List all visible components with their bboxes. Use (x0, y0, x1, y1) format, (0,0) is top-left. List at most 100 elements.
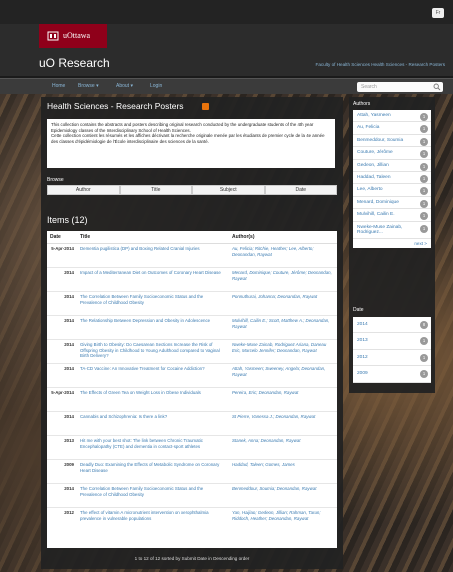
side-panel: Authors Attah, Yasmeen 1 Au, Felicia 1 Ben… (349, 97, 435, 393)
date-facet-item[interactable]: 2013 1 (353, 333, 431, 350)
authors-facet-list: Attah, Yasmeen 1 Au, Felicia 1 Benmeddour,… (353, 110, 431, 249)
collection-description: This collection contains the abstracts a… (47, 119, 335, 168)
search-icon[interactable] (433, 83, 441, 91)
browse-subject-button[interactable]: Subject (192, 185, 265, 195)
nav-home[interactable]: Home (52, 83, 65, 89)
item-title-link[interactable]: Hit me with your best shot: The link bet… (77, 435, 229, 460)
author-facet-item[interactable]: Nweke-Muse Zainab, Rodriguez... 1 (353, 222, 431, 240)
item-authors-link[interactable]: Mulvihill, Cailin E.; Scott, Matthew A.;… (229, 315, 337, 340)
collection-breadcrumb[interactable]: Faculty of Health Sciences Health Scienc… (316, 62, 445, 67)
item-authors-link[interactable]: Haddad, Taleen; Gomes, James (229, 459, 337, 484)
item-date: 5-Apr-2014 (47, 387, 77, 412)
item-title-link[interactable]: Dementia pugilistica (DP) and Boxing Rel… (77, 243, 229, 268)
item-title-link[interactable]: Deadly Duo: Examining the Effects of Met… (77, 459, 229, 484)
author-facet-item[interactable]: Benmeddour, Soumia 1 (353, 135, 431, 148)
table-row: 2014 The Correlation Between Family Socio… (47, 483, 337, 508)
search-placeholder: Search (361, 84, 377, 90)
author-facet-item[interactable]: Gedeon, Jillian 1 (353, 160, 431, 173)
brand-header: uOttawa uO Research Faculty of Health Sc… (0, 24, 453, 76)
count-badge: 1 (420, 175, 428, 184)
nav-bar: Home Browse ▾ About ▾ Login Search (0, 78, 453, 94)
table-row: 2009 Deadly Duo: Examining the Effects of… (47, 459, 337, 484)
browse-label: Browse (47, 177, 64, 183)
count-badge: 1 (420, 150, 428, 159)
nav-browse[interactable]: Browse ▾ (78, 83, 99, 89)
date-facet-item[interactable]: 2009 1 (353, 366, 431, 383)
count-badge: 1 (420, 187, 428, 196)
authors-next-link[interactable]: next > (353, 239, 431, 248)
items-table: Date Title Author(s) 5-Apr-2014 Dementia … (47, 231, 337, 548)
item-authors-link[interactable]: Benmeddour, Soumia; Deonandan, Raywat (229, 483, 337, 508)
item-date: 2014 (47, 339, 77, 364)
column-header-authors[interactable]: Author(s) (229, 231, 337, 244)
item-authors-link[interactable]: Au, Felicia; Ritchie, Heather; Lee, Albe… (229, 243, 337, 268)
item-date: 2014 (47, 315, 77, 340)
description-english: This collection contains the abstracts a… (51, 122, 314, 133)
item-title-link[interactable]: Cannabis and Schizophrenia: Is there a l… (77, 411, 229, 436)
search-input[interactable]: Search (357, 82, 443, 92)
author-facet-item[interactable]: Menard, Dominique 1 (353, 197, 431, 210)
nav-about[interactable]: About ▾ (116, 83, 133, 89)
browse-title-button[interactable]: Title (119, 185, 192, 195)
count-badge: 1 (420, 224, 428, 233)
author-facet-item[interactable]: Haddad, Taleen 1 (353, 172, 431, 185)
item-date: 2012 (47, 507, 77, 532)
table-row: 2014 Giving Birth to Obesity: Do Caesarea… (47, 339, 337, 364)
count-badge: 8 (420, 321, 428, 329)
crest-icon (47, 31, 59, 41)
item-authors-link[interactable]: St Pierre, Vanessa J.; Deonandan, Raywat (229, 411, 337, 436)
item-authors-link[interactable]: Ponnuthurai, Johanna; Deonandan, Raywat (229, 291, 337, 316)
date-facet-item[interactable]: 2014 8 (353, 317, 431, 334)
nav-login[interactable]: Login (150, 83, 162, 89)
item-title-link[interactable]: The Relationship Between Depression and … (77, 315, 229, 340)
description-french: Cette collection contient les résumés et… (51, 133, 325, 144)
item-title-link[interactable]: The effect of vitamin A micronutrient in… (77, 507, 229, 532)
item-authors-link[interactable]: Nweke-Muse Zainab, Rodriguez Ariana, Dan… (229, 339, 337, 364)
table-row: 5-Apr-2014 The Effects of Green Tea on We… (47, 387, 337, 412)
items-heading: Items (12) (47, 215, 88, 225)
column-header-title[interactable]: Title (77, 231, 229, 244)
table-row: 2014 The Correlation Between Family Socio… (47, 291, 337, 316)
authors-facet-heading: Authors (353, 101, 371, 107)
item-title-link[interactable]: Giving Birth to Obesity: Do Caesarean Se… (77, 339, 229, 364)
author-facet-item[interactable]: Attah, Yasmeen 1 (353, 110, 431, 123)
item-date: 5-Apr-2014 (47, 243, 77, 268)
site-title[interactable]: uO Research (39, 56, 110, 70)
item-date: 2014 (47, 483, 77, 508)
author-facet-item[interactable]: Au, Felicia 1 (353, 122, 431, 135)
count-badge: 1 (420, 353, 428, 362)
paging-summary: 1 to 12 of 12 sorted by Submit Date in D… (134, 556, 250, 561)
uottawa-logo[interactable]: uOttawa (39, 24, 107, 48)
author-facet-item[interactable]: Lee, Alberto 1 (353, 184, 431, 197)
count-badge: 1 (420, 212, 428, 221)
logo-text: uOttawa (63, 31, 91, 40)
count-badge: 1 (420, 337, 428, 346)
author-facet-item[interactable]: Mulvihill, Cailin E. 1 (353, 209, 431, 222)
count-badge: 1 (420, 370, 428, 379)
browse-author-button[interactable]: Author (47, 185, 120, 195)
table-row: 2014 Impact of a Mediterranean Diet on Ou… (47, 267, 337, 292)
item-authors-link[interactable]: Yan, Haijiao; Gedeon, Jillian; Rahman, T… (229, 507, 337, 532)
item-authors-link[interactable]: Pereira, Eric; Deonandan, Raywat (229, 387, 337, 412)
language-toggle-button[interactable]: Fr (432, 8, 444, 18)
item-title-link[interactable]: TA-CD Vaccine: An Innovative Treatment f… (77, 363, 229, 388)
item-authors-link[interactable]: Menard, Dominique; Couture, Jérôme; Deon… (229, 267, 337, 292)
main-panel: Health Sciences - Research Posters This … (41, 97, 343, 569)
column-header-date[interactable]: Date (47, 231, 77, 244)
item-title-link[interactable]: The Correlation Between Family Socioecon… (77, 483, 229, 508)
browse-buttons: Author Title Subject Date (47, 185, 337, 195)
table-row: 2012 The effect of vitamin A micronutrien… (47, 507, 337, 532)
item-title-link[interactable]: The Effects of Green Tea on Weight Loss … (77, 387, 229, 412)
item-authors-link[interactable]: Stanek, Anna; Deonandan, Raywat (229, 435, 337, 460)
author-facet-item[interactable]: Couture, Jérôme 1 (353, 147, 431, 160)
browse-date-button[interactable]: Date (264, 185, 337, 195)
table-row: 5-Apr-2014 Dementia pugilistica (DP) and … (47, 243, 337, 268)
item-authors-link[interactable]: Attah, Yasmeen; Sweeney, Angela; Deonand… (229, 363, 337, 388)
item-title-link[interactable]: Impact of a Mediterranean Diet on Outcom… (77, 267, 229, 292)
rss-icon[interactable] (202, 103, 209, 110)
item-title-link[interactable]: The Correlation Between Family Socioecon… (77, 291, 229, 316)
page-title: Health Sciences - Research Posters (47, 101, 184, 111)
top-bar: Fr (0, 0, 453, 24)
table-row: 2013 Hit me with your best shot: The link… (47, 435, 337, 460)
date-facet-item[interactable]: 2012 1 (353, 350, 431, 367)
